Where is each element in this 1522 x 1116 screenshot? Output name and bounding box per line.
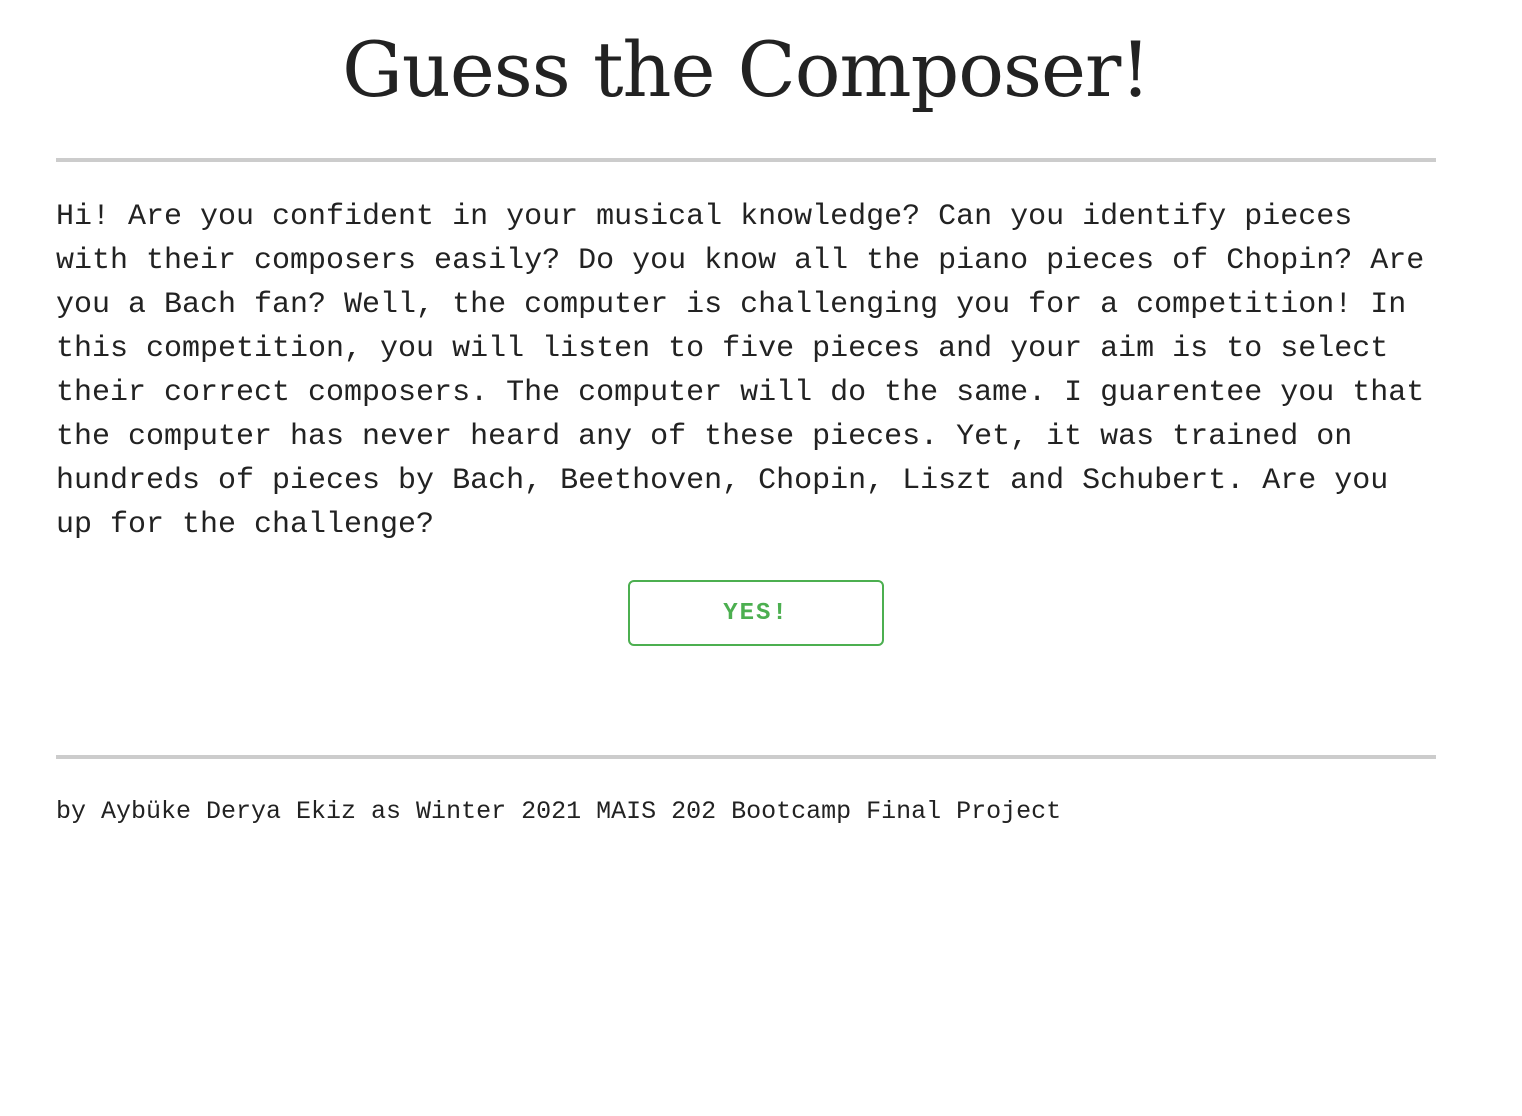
footer-divider	[56, 755, 1436, 759]
header-divider	[56, 158, 1436, 162]
page-container: Guess the Composer! Hi! Are you confiden…	[56, 0, 1436, 826]
intro-paragraph: Hi! Are you confident in your musical kn…	[56, 200, 1425, 542]
start-challenge-button[interactable]: YES!	[628, 580, 884, 646]
page-title: Guess the Composer!	[342, 25, 1151, 114]
footer-credit: by Aybüke Derya Ekiz as Winter 2021 MAIS…	[56, 797, 1062, 826]
